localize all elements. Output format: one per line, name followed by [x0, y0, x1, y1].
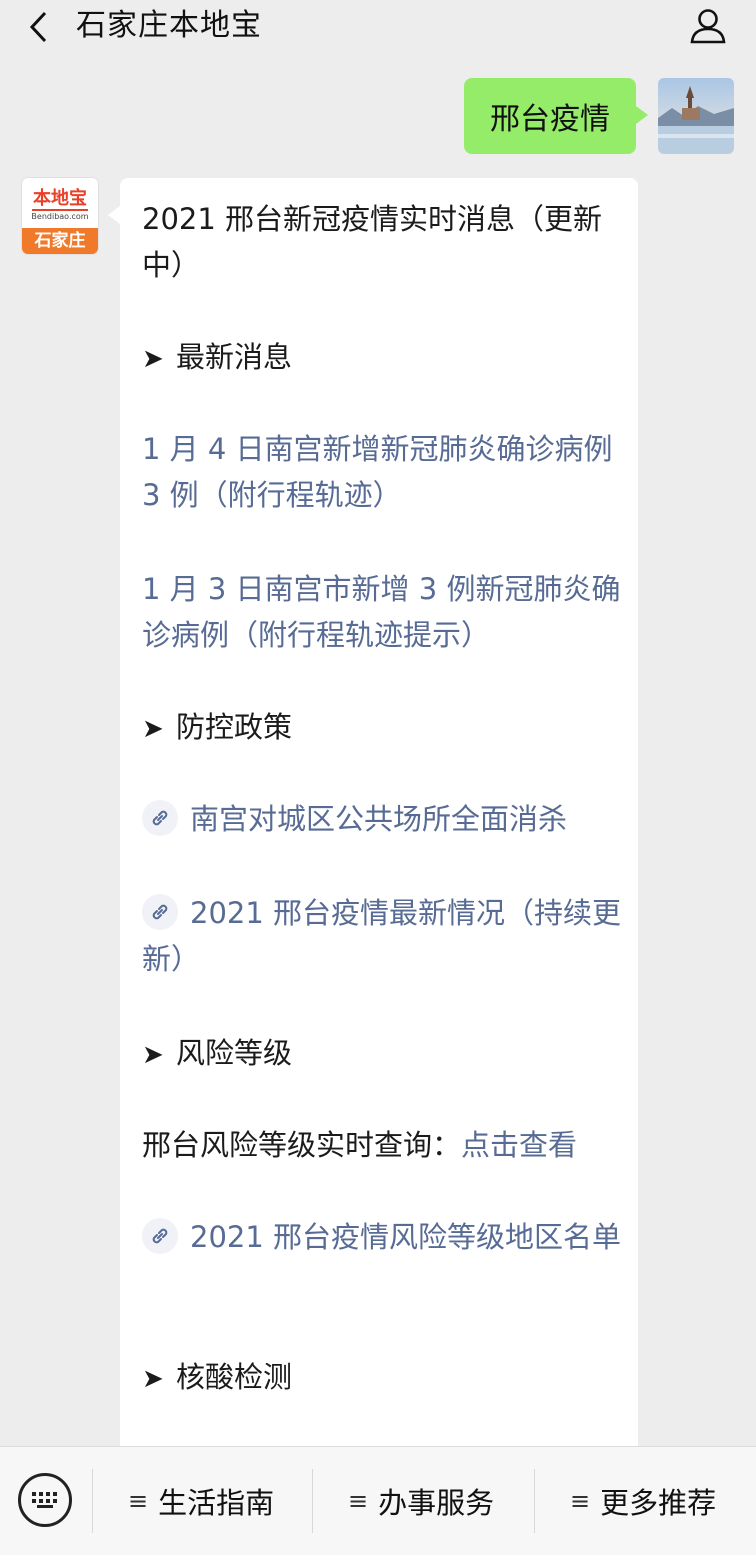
section-heading-policy: ➤ 防控政策	[142, 704, 622, 752]
logo-brand-text: 本地宝	[33, 188, 87, 209]
menu-item-life-guide[interactable]: ≡ 生活指南	[128, 1475, 274, 1527]
link-icon	[142, 800, 178, 836]
menu-divider	[92, 1469, 93, 1533]
link-icon	[142, 894, 178, 930]
arrow-icon: ➤	[142, 1040, 164, 1070]
chevron-left-icon	[29, 11, 47, 43]
menu-item-services[interactable]: ≡ 办事服务	[348, 1475, 494, 1527]
menu-divider	[534, 1469, 535, 1533]
menu-item-label: 生活指南	[158, 1486, 275, 1520]
menu-list-icon: ≡	[570, 1487, 591, 1515]
user-avatar[interactable]	[658, 78, 734, 154]
news-link-1[interactable]: 1 月 4 日南宫新增新冠肺炎确诊病例 3 例（附行程轨迹）	[142, 426, 622, 518]
risk-query-link[interactable]: 点击查看	[461, 1128, 577, 1162]
policy-link-1[interactable]: 南宫对城区公共场所全面消杀	[142, 796, 622, 842]
risk-query-label: 邢台风险等级实时查询：	[142, 1128, 462, 1162]
arrow-icon: ➤	[142, 714, 164, 744]
menu-item-label: 办事服务	[378, 1486, 495, 1520]
menu-item-more[interactable]: ≡ 更多推荐	[570, 1475, 716, 1527]
message-title: 2021 邢台新冠疫情实时消息（更新中）	[142, 202, 603, 282]
section-heading-label: 核酸检测	[176, 1360, 293, 1394]
section-heading-label: 最新消息	[176, 340, 293, 374]
policy-link-1-label: 南宫对城区公共场所全面消杀	[190, 802, 568, 836]
section-heading-risk: ➤ 风险等级	[142, 1030, 622, 1078]
menu-divider	[312, 1469, 313, 1533]
user-message-text: 邢台疫情	[490, 102, 610, 137]
profile-button[interactable]	[686, 6, 730, 46]
logo-url-text: Bendibao.com	[31, 212, 89, 221]
menu-list-icon: ≡	[128, 1487, 149, 1515]
section-heading-latest: ➤ 最新消息	[142, 334, 622, 382]
section-heading-nucleic: ➤ 核酸检测	[142, 1354, 622, 1402]
policy-link-2-label: 2021 邢台疫情最新情况（持续更新）	[142, 896, 622, 976]
landscape-photo-icon	[658, 78, 734, 154]
link-icon	[142, 1218, 178, 1254]
chat-title: 石家庄本地宝	[76, 8, 262, 43]
arrow-icon: ➤	[142, 1364, 164, 1394]
back-button[interactable]	[18, 8, 58, 46]
risk-query-line: 邢台风险等级实时查询：点击查看	[142, 1122, 622, 1168]
top-nav-bar: 石家庄本地宝	[0, 0, 756, 54]
arrow-icon: ➤	[142, 344, 164, 374]
logo-city-text: 石家庄	[22, 228, 98, 254]
risk-list-link[interactable]: 2021 邢台疫情风险等级地区名单	[142, 1214, 622, 1260]
bot-message-bubble: 2021 邢台新冠疫情实时消息（更新中） ➤ 最新消息 1 月 4 日南宫新增新冠…	[108, 178, 638, 1468]
menu-list-icon: ≡	[348, 1487, 369, 1515]
section-heading-label: 防控政策	[176, 710, 293, 744]
user-message-bubble[interactable]: 邢台疫情	[464, 78, 648, 154]
section-heading-label: 风险等级	[176, 1036, 293, 1070]
bot-avatar[interactable]: 本地宝 Bendibao.com 石家庄	[22, 178, 98, 254]
keyboard-toggle-button[interactable]	[18, 1473, 72, 1527]
keyboard-icon	[32, 1492, 57, 1508]
person-icon	[690, 9, 726, 44]
bottom-menu-bar: ≡ 生活指南 ≡ 办事服务 ≡ 更多推荐	[0, 1446, 756, 1555]
risk-list-link-label: 2021 邢台疫情风险等级地区名单	[190, 1220, 622, 1254]
logo-divider	[32, 209, 88, 211]
menu-item-label: 更多推荐	[600, 1486, 717, 1520]
news-link-2[interactable]: 1 月 3 日南宫市新增 3 例新冠肺炎确诊病例（附行程轨迹提示）	[142, 566, 622, 658]
policy-link-2[interactable]: 2021 邢台疫情最新情况（持续更新）	[142, 890, 622, 982]
